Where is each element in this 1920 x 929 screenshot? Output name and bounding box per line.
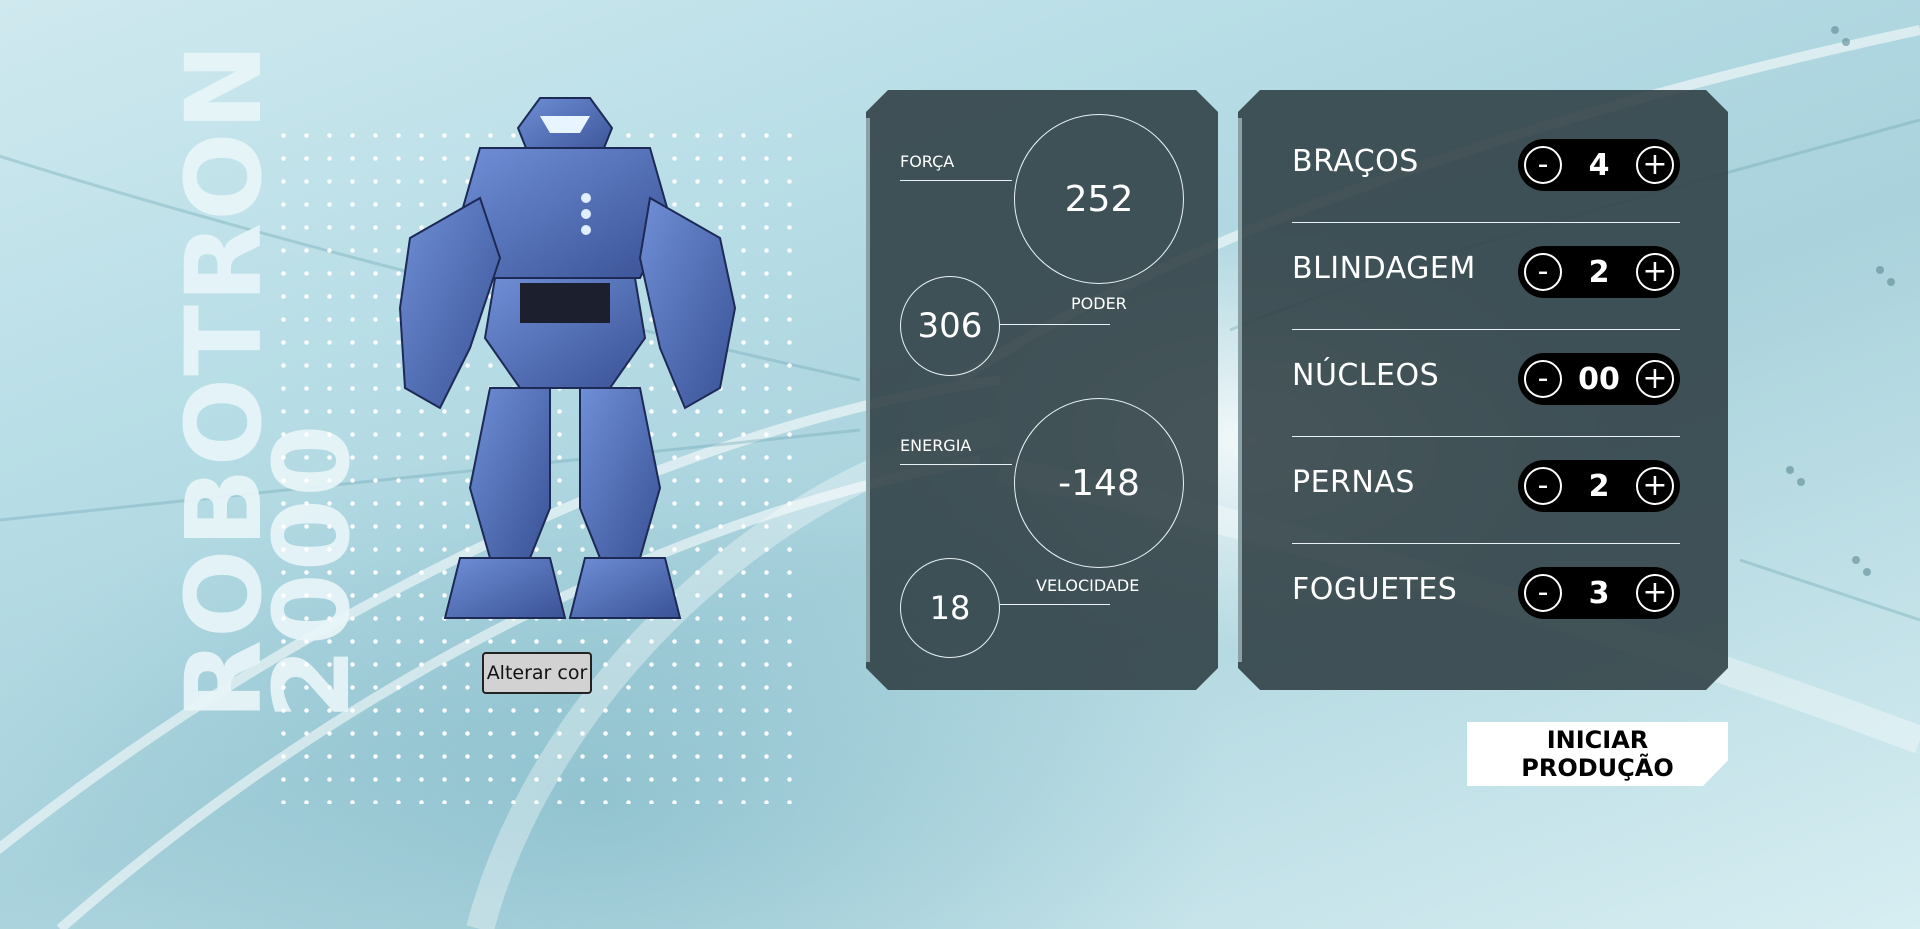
stat-value-poder: 306	[900, 276, 1000, 376]
start-production-button[interactable]: INICIAR PRODUÇÃO	[1467, 722, 1728, 786]
part-stepper-blindagem: - 2 +	[1518, 246, 1680, 298]
decrease-foguetes-button[interactable]: -	[1524, 574, 1562, 612]
increase-foguetes-button[interactable]: +	[1636, 574, 1674, 612]
part-name-foguetes: FOGUETES	[1292, 572, 1458, 607]
part-name-bracos: BRAÇOS	[1292, 144, 1419, 179]
part-stepper-foguetes: - 3 +	[1518, 567, 1680, 619]
part-name-pernas: PERNAS	[1292, 465, 1415, 500]
part-value-nucleos: 00	[1578, 361, 1620, 397]
part-row-nucleos: NÚCLEOS - 00 +	[1292, 330, 1680, 437]
decrease-blindagem-button[interactable]: -	[1524, 253, 1562, 291]
decrease-pernas-button[interactable]: -	[1524, 467, 1562, 505]
part-name-blindagem: BLINDAGEM	[1292, 251, 1476, 286]
stat-label-velocidade: VELOCIDADE	[1036, 576, 1140, 595]
decrease-nucleos-button[interactable]: -	[1524, 360, 1562, 398]
stat-value-energia: -148	[1014, 398, 1184, 568]
part-row-pernas: PERNAS - 2 +	[1292, 437, 1680, 544]
part-value-bracos: 4	[1588, 147, 1610, 183]
stats-panel: FORÇA 252 306 PODER ENERGIA -148 18 VELO…	[866, 90, 1218, 690]
increase-bracos-button[interactable]: +	[1636, 146, 1674, 184]
part-stepper-pernas: - 2 +	[1518, 460, 1680, 512]
alter-color-button[interactable]: Alterar cor	[482, 652, 592, 694]
stat-label-poder: PODER	[1071, 294, 1127, 313]
part-value-foguetes: 3	[1588, 575, 1610, 611]
stat-label-forca: FORÇA	[900, 152, 955, 171]
part-row-foguetes: FOGUETES - 3 +	[1292, 544, 1680, 651]
stat-label-energia: ENERGIA	[900, 436, 972, 455]
part-name-nucleos: NÚCLEOS	[1292, 358, 1440, 393]
part-row-bracos: BRAÇOS - 4 +	[1292, 116, 1680, 223]
increase-pernas-button[interactable]: +	[1636, 467, 1674, 505]
increase-blindagem-button[interactable]: +	[1636, 253, 1674, 291]
stat-value-forca: 252	[1014, 114, 1184, 284]
part-stepper-bracos: - 4 +	[1518, 139, 1680, 191]
increase-nucleos-button[interactable]: +	[1636, 360, 1674, 398]
part-stepper-nucleos: - 00 +	[1518, 353, 1680, 405]
robot-image	[398, 97, 737, 619]
parts-panel: BRAÇOS - 4 + BLINDAGEM - 2 + NÚCLEOS - 0…	[1238, 90, 1728, 690]
part-row-blindagem: BLINDAGEM - 2 +	[1292, 223, 1680, 330]
part-value-pernas: 2	[1588, 468, 1610, 504]
part-value-blindagem: 2	[1588, 254, 1610, 290]
decrease-bracos-button[interactable]: -	[1524, 146, 1562, 184]
stat-value-velocidade: 18	[900, 558, 1000, 658]
